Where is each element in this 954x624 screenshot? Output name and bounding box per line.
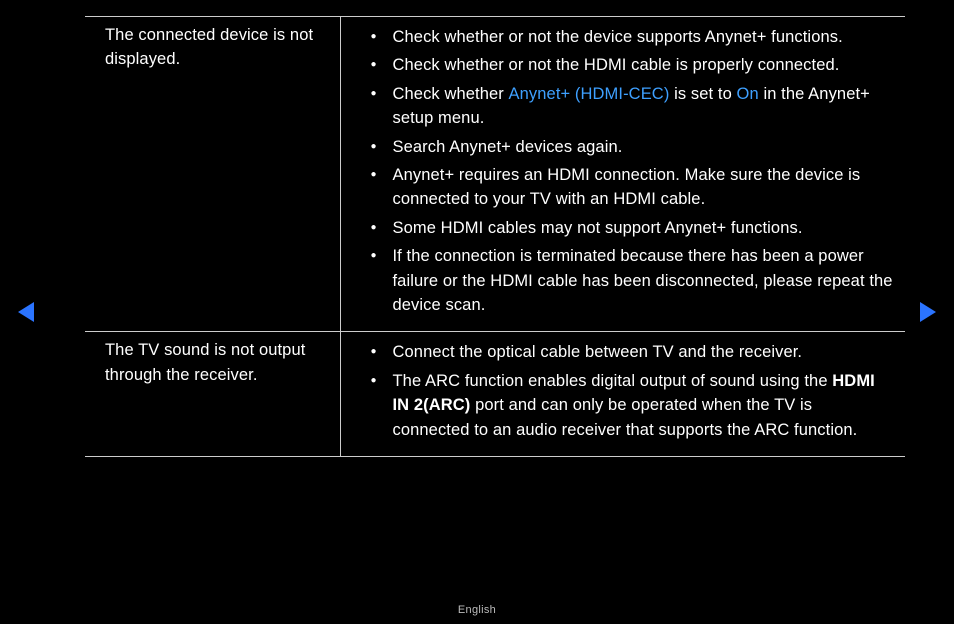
page-language-footer: English [0,604,954,616]
text: is set to [669,85,736,103]
text: Check whether [393,85,509,103]
issue-cell: The connected device is not displayed. [85,17,340,332]
text: Check whether or not the HDMI cable is p… [393,56,840,74]
text: Check whether or not the device supports… [393,28,843,46]
list-item: Some HDMI cables may not support Anynet+… [361,216,894,240]
list-item: Check whether Anynet+ (HDMI-CEC) is set … [361,82,894,131]
list-item: If the connection is terminated because … [361,244,894,317]
troubleshooting-table-wrapper: The connected device is not displayed. Ch… [85,16,905,457]
list-item: Check whether or not the HDMI cable is p… [361,53,894,77]
text: Search Anynet+ devices again. [393,138,623,156]
solution-list: Check whether or not the device supports… [361,25,894,317]
list-item: Connect the optical cable between TV and… [361,340,894,364]
troubleshooting-table: The connected device is not displayed. Ch… [85,16,905,457]
text: The ARC function enables digital output … [393,372,833,390]
list-item: Search Anynet+ devices again. [361,135,894,159]
solution-cell: Connect the optical cable between TV and… [340,332,905,457]
text: If the connection is terminated because … [393,247,893,314]
solution-list: Connect the optical cable between TV and… [361,340,894,442]
solution-cell: Check whether or not the device supports… [340,17,905,332]
table-row: The TV sound is not output through the r… [85,332,905,457]
table-row: The connected device is not displayed. Ch… [85,17,905,332]
highlight-text: On [737,85,759,103]
text: Anynet+ requires an HDMI connection. Mak… [393,166,861,208]
list-item: Anynet+ requires an HDMI connection. Mak… [361,163,894,212]
text: Connect the optical cable between TV and… [393,343,803,361]
text: Some HDMI cables may not support Anynet+… [393,219,803,237]
list-item: The ARC function enables digital output … [361,369,894,442]
highlight-text: Anynet+ (HDMI-CEC) [509,85,670,103]
next-page-arrow[interactable] [920,302,936,322]
list-item: Check whether or not the device supports… [361,25,894,49]
issue-cell: The TV sound is not output through the r… [85,332,340,457]
prev-page-arrow[interactable] [18,302,34,322]
